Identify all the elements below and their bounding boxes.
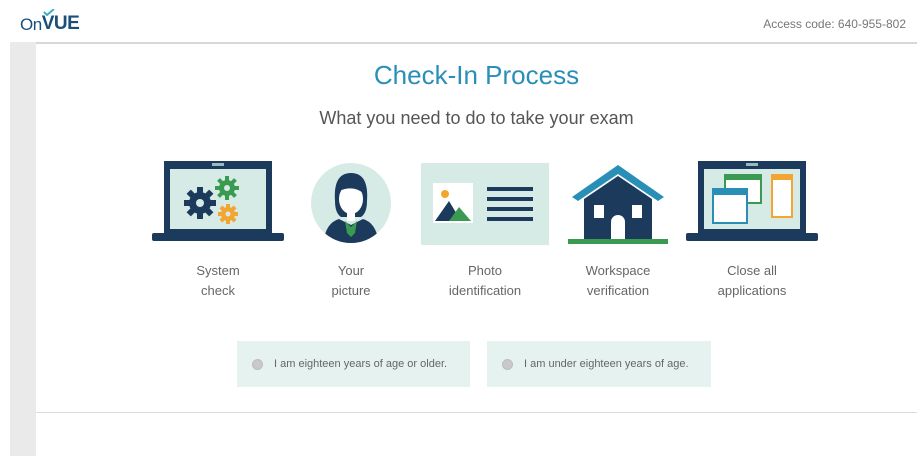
radio-button[interactable]	[252, 358, 263, 370]
step-photo-identification: Photo identification	[415, 159, 555, 301]
footer-divider	[36, 412, 917, 413]
step-label: Your picture	[331, 263, 371, 298]
step-your-picture: Your picture	[281, 159, 421, 301]
step-label: Photo identification	[448, 263, 522, 298]
radio-button[interactable]	[502, 358, 513, 370]
id-card-icon	[421, 163, 549, 245]
laptop-gears-icon	[152, 161, 284, 241]
logo-vue-text: VUE	[41, 13, 80, 34]
step-label: Workspace verification	[585, 263, 651, 298]
house-icon	[568, 165, 668, 244]
page-shell: Check-In Process What you need to do to …	[10, 42, 917, 456]
main-panel: Check-In Process What you need to do to …	[36, 42, 917, 456]
access-code: Access code: 640-955-802	[763, 17, 906, 31]
logo-on-text: On	[20, 15, 42, 34]
step-label: Close all applications	[717, 263, 787, 298]
age-option-18-or-older[interactable]: I am eighteen years of age or older.	[237, 341, 470, 387]
step-workspace-verification: Workspace verification	[548, 159, 688, 301]
laptop-windows-icon	[686, 161, 818, 241]
step-system-check: System check	[148, 159, 288, 301]
age-option-under-18[interactable]: I am under eighteen years of age.	[487, 341, 711, 387]
page-subtitle: What you need to do to take your exam	[319, 108, 634, 128]
top-bar: On VUE Access code: 640-955-802	[0, 0, 917, 42]
logo-check-icon	[42, 9, 55, 16]
onvue-logo: On VUE	[20, 9, 80, 35]
person-portrait-icon	[311, 163, 391, 243]
step-label: System check	[196, 263, 240, 298]
age-option-label: I am under eighteen years of age.	[524, 358, 689, 370]
page-title: Check-In Process	[373, 60, 580, 90]
step-close-applications: Close all applications	[682, 159, 822, 301]
age-option-label: I am eighteen years of age or older.	[274, 358, 448, 370]
